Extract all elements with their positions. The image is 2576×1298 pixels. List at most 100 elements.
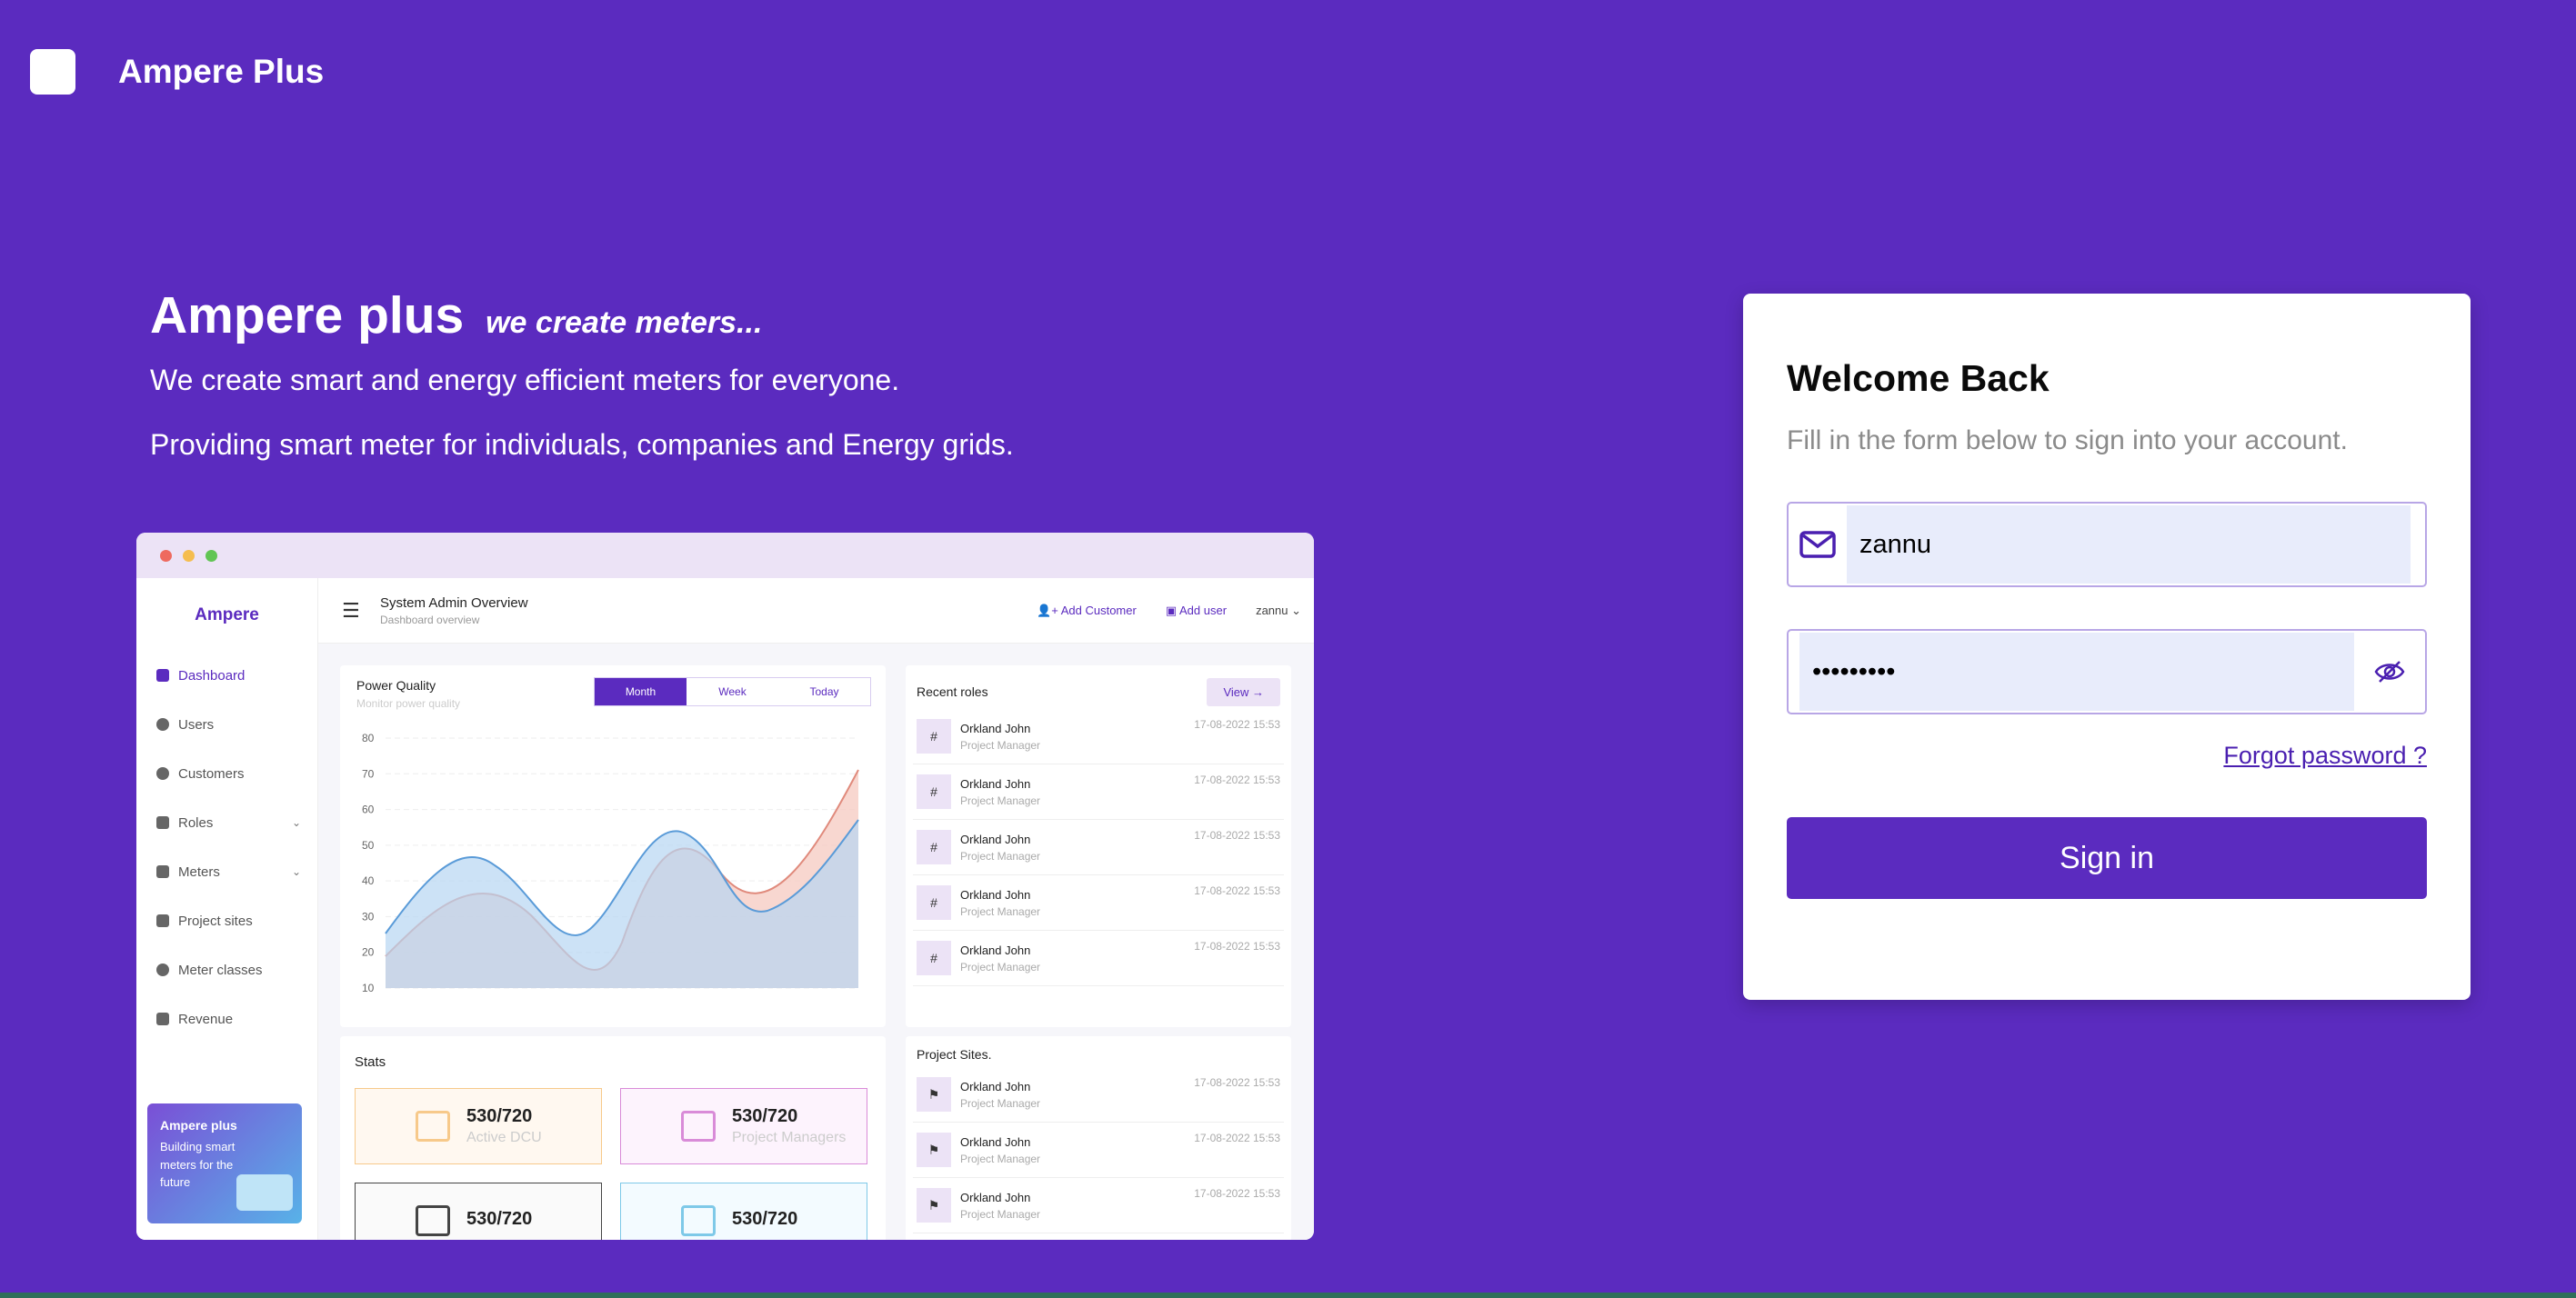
preview-nav-users: Users — [136, 700, 317, 749]
row-time: 17-08-2022 15:53 — [1194, 718, 1280, 731]
forgot-password-link[interactable]: Forgot password ? — [1787, 742, 2427, 770]
stat-icon — [681, 1205, 716, 1236]
power-quality-chart: 80 70 60 50 40 30 20 10 — [362, 732, 859, 994]
hash-icon: # — [917, 830, 951, 864]
row-role: Project Manager — [960, 738, 1041, 752]
stat-value: 530/720 — [466, 1106, 533, 1126]
stat-value: 530/720 — [732, 1106, 798, 1126]
stats-card: Stats 530/720 Active DCU 530/720 Project Ma… — [340, 1036, 886, 1240]
stats-title: Stats — [355, 1054, 386, 1070]
preview-user-name: zannu — [1256, 603, 1288, 617]
tab-week: Week — [718, 685, 747, 698]
password-field[interactable] — [1787, 629, 2427, 714]
row-name: Orkland John — [960, 832, 1031, 846]
row-name: Orkland John — [960, 776, 1031, 791]
top-bar: Ampere Plus — [30, 49, 324, 95]
group-icon — [156, 816, 169, 829]
power-quality-tabs: Month Week Today — [594, 677, 871, 706]
brand-name[interactable]: Ampere Plus — [118, 53, 324, 91]
preview-main: ☰ System Admin Overview Dashboard overvi… — [318, 578, 1314, 1240]
site-icon: ⚑ — [917, 1133, 951, 1167]
hash-icon: # — [917, 885, 951, 920]
hash-icon: # — [917, 774, 951, 809]
preview-nav-roles: Roles ⌄ — [136, 798, 317, 847]
site-icon: ⚑ — [917, 1188, 951, 1223]
row-time: 17-08-2022 15:53 — [1194, 1076, 1280, 1089]
tab-today: Today — [809, 685, 839, 698]
nav-label: Customers — [178, 765, 245, 782]
preview-nav-meters: Meters ⌄ — [136, 847, 317, 896]
list-item: ⚑ Orkland John Project Manager 17-08-2022 1… — [913, 1178, 1284, 1233]
eye-off-icon[interactable] — [2354, 631, 2425, 713]
preview-titlebar — [136, 533, 1314, 578]
y-tick-label: 20 — [362, 946, 375, 959]
list-item: # Orkland John Project Manager 17-08-2022 1… — [913, 875, 1284, 931]
row-time: 17-08-2022 15:53 — [1194, 1187, 1280, 1200]
preview-header-title: System Admin Overview — [380, 594, 528, 611]
row-time: 17-08-2022 15:53 — [1194, 829, 1280, 842]
row-time: 17-08-2022 15:53 — [1194, 940, 1280, 953]
stat-label: Project Managers — [732, 1130, 847, 1145]
list-item: # Orkland John Project Manager 17-08-2022 1… — [913, 931, 1284, 986]
add-customer-link: 👤+ Add Customer — [1037, 603, 1137, 617]
minimize-dot-icon — [183, 549, 195, 562]
project-sites-title: Project Sites. — [917, 1047, 992, 1062]
row-role: Project Manager — [960, 1096, 1041, 1110]
preview-logo: Ampere — [195, 605, 259, 624]
meter-icon — [156, 865, 169, 878]
preview-nav-customers: Customers — [136, 749, 317, 798]
email-field[interactable] — [1787, 502, 2427, 587]
sign-in-button[interactable]: Sign in — [1787, 817, 2427, 899]
project-sites-card: Project Sites. ⚑ Orkland John Project Mana… — [906, 1036, 1291, 1240]
hero-section: Ampere plus we create meters... We creat… — [150, 285, 1014, 462]
hero-line-2: Providing smart meter for individuals, c… — [150, 428, 1014, 461]
list-item: # Orkland John Project Manager 17-08-2022 1… — [913, 820, 1284, 875]
list-item: # Orkland John Project Manager 17-08-2022 1… — [913, 709, 1284, 764]
password-input[interactable] — [1799, 633, 2354, 711]
stat-box: 530/720 Active DCU — [355, 1088, 602, 1164]
preview-nav-project-sites: Project sites — [136, 896, 317, 945]
nav-label: Meters — [178, 864, 220, 880]
email-input[interactable] — [1847, 505, 2411, 584]
row-name: Orkland John — [960, 1079, 1031, 1093]
row-role: Project Manager — [960, 904, 1041, 918]
preview-header: ☰ System Admin Overview Dashboard overvi… — [318, 578, 1314, 644]
add-user-link: ▣ Add user — [1165, 603, 1228, 617]
y-tick-label: 30 — [362, 910, 375, 923]
hero-tagline: we create meters... — [486, 305, 763, 340]
y-tick-label: 50 — [362, 839, 375, 852]
nav-label: Roles — [178, 814, 214, 831]
hash-icon: # — [917, 941, 951, 975]
y-tick-label: 10 — [362, 982, 375, 994]
promo-title: Ampere plus — [160, 1118, 237, 1133]
preview-sidebar: Ampere Dashboard Users Customers Roles ⌄ … — [136, 578, 318, 1240]
add-customer-label: Add Customer — [1060, 603, 1137, 617]
menu-icon: ☰ — [342, 598, 360, 622]
grid-icon — [156, 669, 169, 682]
wallet-icon — [156, 1013, 169, 1025]
row-name: Orkland John — [960, 1134, 1031, 1149]
stat-label: Active DCU — [466, 1130, 542, 1145]
stat-box: 530/720 — [620, 1183, 867, 1240]
bottom-strip — [0, 1293, 2576, 1298]
nav-label: Dashboard — [178, 667, 246, 684]
mail-icon — [1789, 504, 1847, 585]
row-role: Project Manager — [960, 1152, 1041, 1165]
row-role: Project Manager — [960, 794, 1041, 807]
nav-label: Meter classes — [178, 962, 263, 978]
stat-box: 530/720 — [355, 1183, 602, 1240]
row-name: Orkland John — [960, 943, 1031, 957]
logo-icon[interactable] — [30, 49, 75, 95]
chevron-down-icon: ⌄ — [291, 816, 301, 829]
chevron-down-icon: ⌄ — [291, 865, 301, 878]
preview-user-menu: zannu ⌄ — [1256, 603, 1301, 617]
hero-line-1: We create smart and energy efficient met… — [150, 364, 900, 396]
hash-icon: # — [917, 719, 951, 754]
y-tick-label: 40 — [362, 874, 375, 887]
preview-nav-revenue: Revenue — [136, 994, 317, 1043]
dashboard-preview-image: Ampere Dashboard Users Customers Roles ⌄ … — [136, 533, 1314, 1240]
view-button: View → — [1207, 677, 1280, 706]
row-role: Project Manager — [960, 849, 1041, 863]
row-time: 17-08-2022 15:53 — [1194, 884, 1280, 897]
row-name: Orkland John — [960, 887, 1031, 902]
